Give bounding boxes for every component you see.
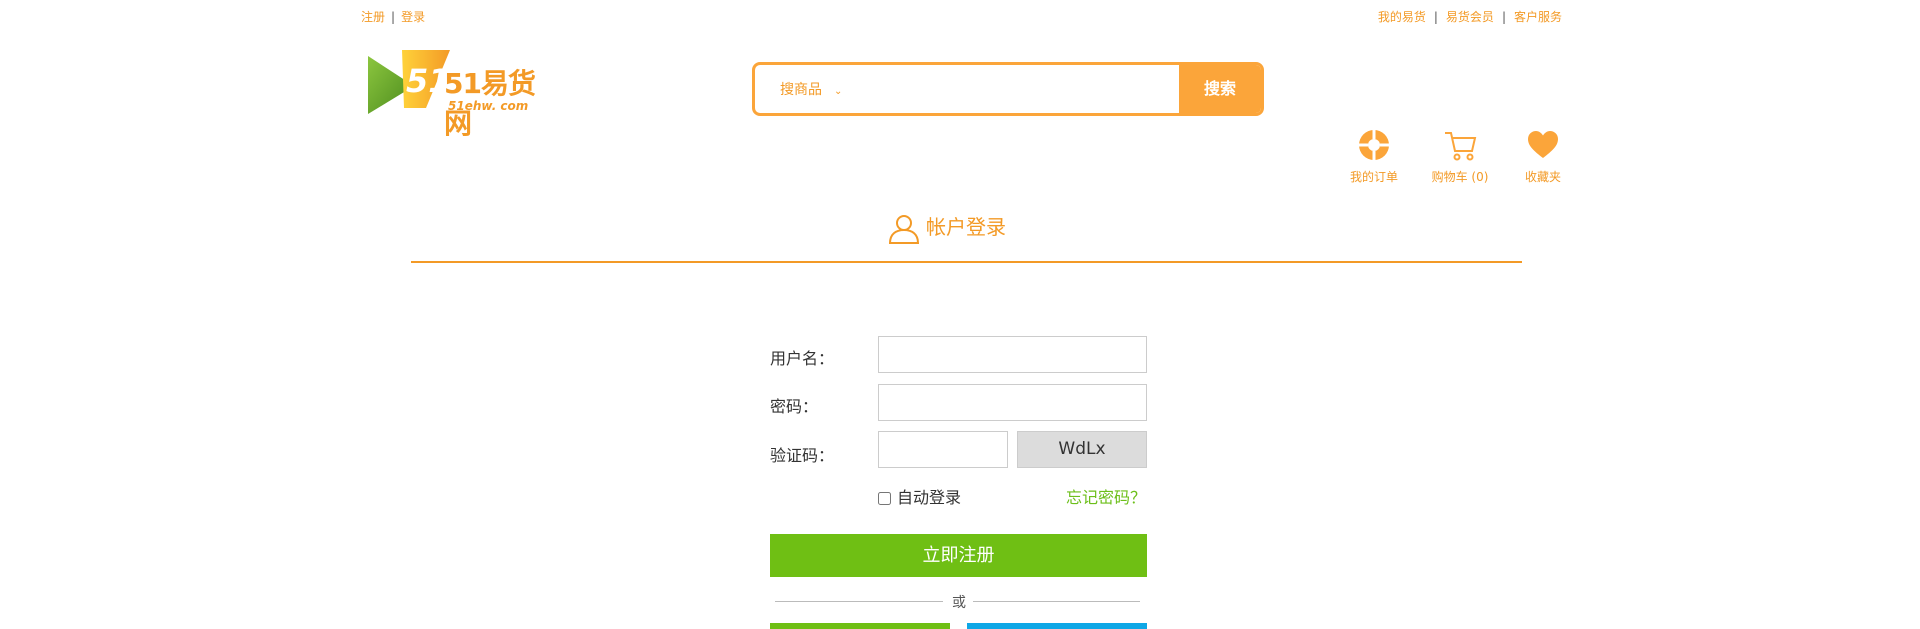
my-orders-link[interactable]: 我的订单	[1334, 128, 1414, 185]
top-bar: 注册 | 登录 我的易货 | 易货会员 | 客户服务	[0, 0, 1920, 30]
username-field[interactable]	[878, 336, 1147, 373]
favorites-label: 收藏夹	[1524, 170, 1561, 184]
search-category-label: 搜商品	[780, 82, 822, 98]
or-line-right	[973, 601, 1140, 602]
separator: |	[1433, 10, 1438, 24]
captcha-field[interactable]	[878, 431, 1008, 468]
cart-icon	[1445, 132, 1477, 161]
my-yihuo-link[interactable]: 我的易货	[1378, 10, 1426, 24]
login-title: 帐户登录	[888, 211, 1006, 245]
service-link[interactable]: 客户服务	[1514, 10, 1562, 24]
search-category-select[interactable]: 搜商品 ⌄	[780, 79, 842, 99]
search-button[interactable]: 搜索	[1179, 65, 1261, 113]
forgot-password-link[interactable]: 忘记密码？	[1066, 484, 1146, 508]
separator: |	[1501, 10, 1506, 24]
or-line-left	[775, 601, 943, 602]
register-link[interactable]: 注册	[361, 8, 385, 25]
submit-button[interactable]: 立即注册	[770, 534, 1147, 577]
favorites-link[interactable]: 收藏夹	[1503, 128, 1583, 185]
login-link[interactable]: 登录	[401, 8, 425, 25]
auto-login-label: 自动登录	[897, 488, 962, 507]
cart-label: 购物车 (0)	[1431, 170, 1489, 184]
top-right-links: 我的易货 | 易货会员 | 客户服务	[1378, 8, 1562, 25]
or-text: 或	[952, 595, 966, 611]
login-title-text: 帐户登录	[926, 215, 1006, 239]
alt-login-button-blue[interactable]	[967, 623, 1147, 629]
alt-login-button-green[interactable]	[770, 623, 950, 629]
site-logo[interactable]: 51 51易货网 51ehw. com	[364, 48, 544, 140]
orders-label: 我的订单	[1349, 170, 1398, 184]
separator: |	[391, 10, 396, 24]
search-input[interactable]	[865, 73, 1105, 105]
auto-login-checkbox[interactable]	[878, 492, 891, 505]
chevron-down-icon: ⌄	[834, 86, 843, 97]
heart-icon	[1528, 131, 1558, 158]
password-label: 密码：	[770, 397, 819, 416]
captcha-image[interactable]: WdLx	[1017, 431, 1147, 468]
auto-login-option[interactable]: 自动登录	[878, 484, 961, 508]
top-left-links: 注册 | 登录	[361, 8, 425, 25]
orders-icon	[1359, 130, 1389, 160]
user-icon	[888, 214, 920, 244]
title-divider	[411, 261, 1522, 263]
cart-link[interactable]: 购物车 (0)	[1420, 128, 1500, 185]
captcha-label: 验证码：	[770, 446, 835, 465]
username-label: 用户名：	[770, 349, 835, 368]
password-field[interactable]	[878, 384, 1147, 421]
logo-domain: 51ehw. com	[448, 99, 529, 113]
search-box: 搜商品 ⌄ 搜索	[752, 62, 1264, 116]
member-link[interactable]: 易货会员	[1446, 10, 1494, 24]
logo-play-icon: 51	[368, 50, 451, 114]
or-divider: 或	[775, 591, 1140, 611]
